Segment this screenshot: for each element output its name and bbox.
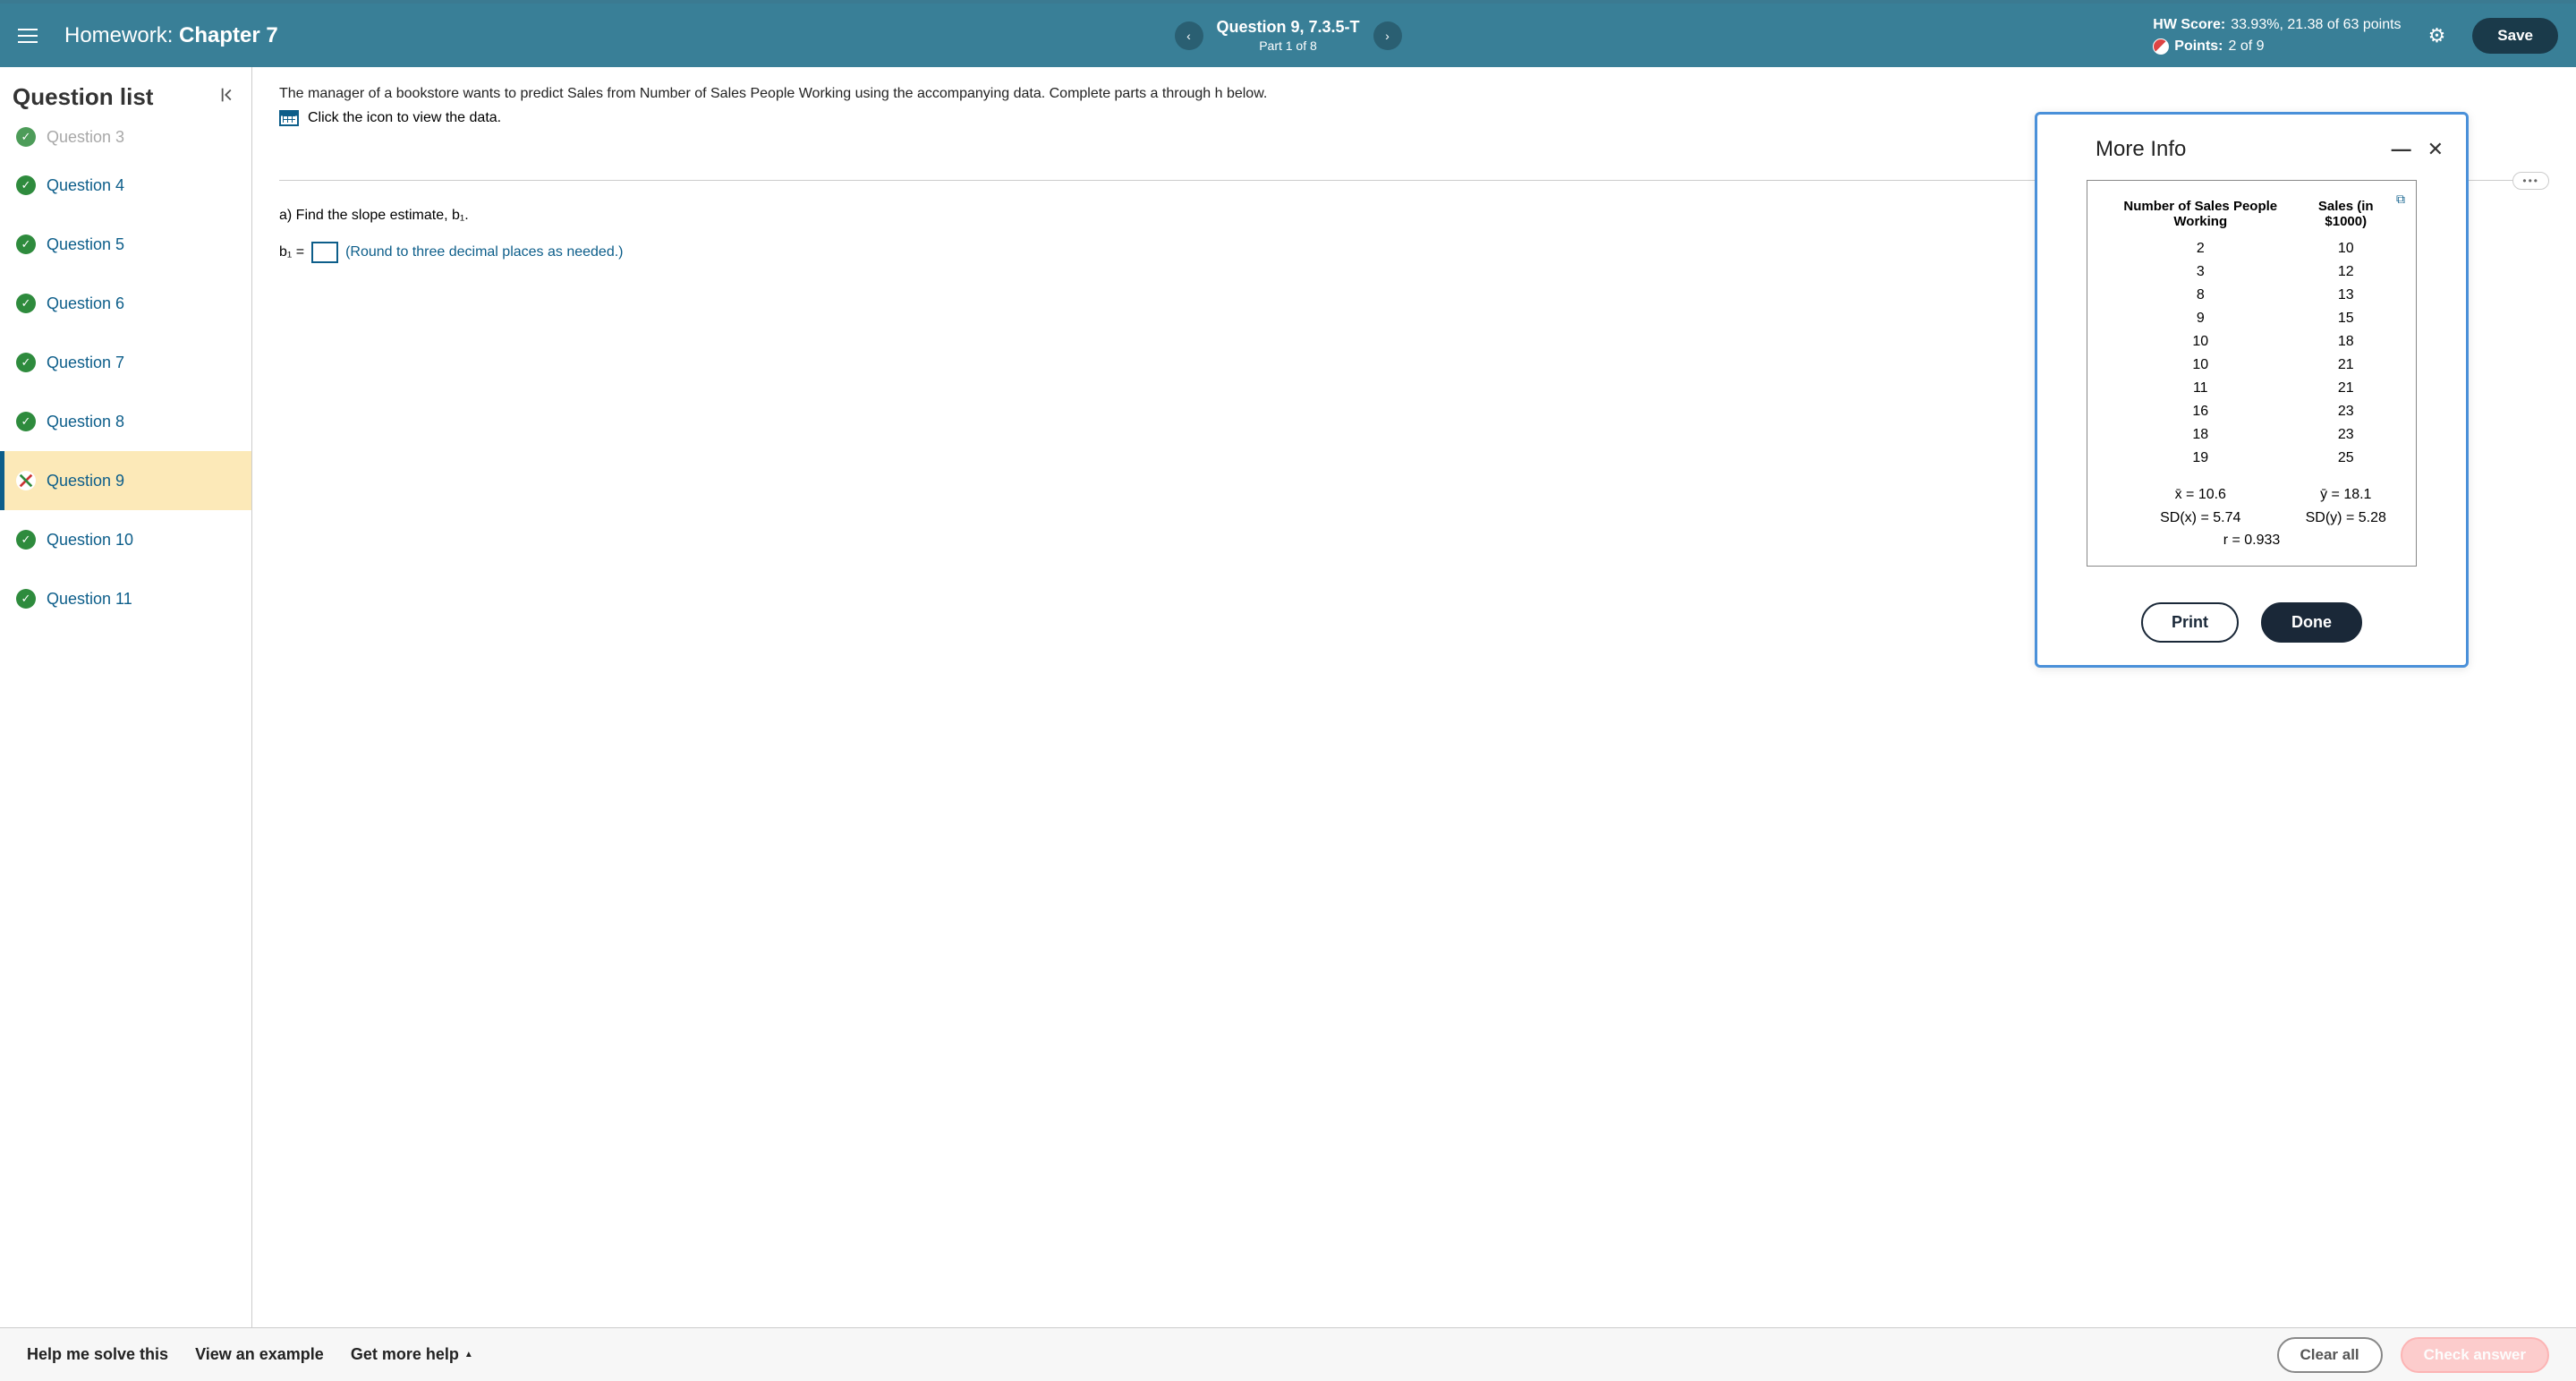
partial-status-icon bbox=[16, 471, 36, 490]
footer-toolbar: Help me solve this View an example Get m… bbox=[0, 1327, 2576, 1381]
caret-up-icon: ▲ bbox=[464, 1350, 473, 1360]
menu-icon[interactable] bbox=[18, 24, 38, 47]
prev-question-button[interactable]: ‹ bbox=[1174, 21, 1203, 50]
question-list-sidebar: Question list ✓ Question 3 ✓ Question 4 ✓ Que… bbox=[0, 67, 252, 1327]
table-row: 1925 bbox=[2107, 448, 2396, 469]
sidebar-item-question-11[interactable]: ✓ Question 11 bbox=[0, 569, 251, 628]
correct-status-icon: ✓ bbox=[16, 234, 36, 254]
sidebar-item-question-7[interactable]: ✓ Question 7 bbox=[0, 333, 251, 392]
table-row: 1623 bbox=[2107, 401, 2396, 422]
correct-status-icon: ✓ bbox=[16, 175, 36, 195]
question-label: Question 6 bbox=[47, 294, 124, 313]
sidebar-item-question-9[interactable]: Question 9 bbox=[0, 451, 251, 510]
b1-label: b₁ = bbox=[279, 244, 304, 260]
col-header-y: Sales (in $1000) bbox=[2296, 195, 2396, 236]
table-row: 1823 bbox=[2107, 424, 2396, 446]
part-label: Part 1 of 8 bbox=[1216, 38, 1359, 53]
question-label: Question 5 bbox=[47, 235, 124, 254]
sidebar-item-question-8[interactable]: ✓ Question 8 bbox=[0, 392, 251, 451]
modal-title: More Info bbox=[2096, 137, 2186, 162]
question-label: Question 7 bbox=[47, 354, 124, 372]
help-me-solve-button[interactable]: Help me solve this bbox=[27, 1345, 168, 1364]
sidebar-title: Question list bbox=[13, 83, 153, 111]
question-label: Question 3 bbox=[47, 128, 124, 147]
check-answer-button[interactable]: Check answer bbox=[2401, 1337, 2549, 1373]
homework-title: Homework: Chapter 7 bbox=[64, 23, 278, 48]
question-number: Question 9, 7.3.5-T bbox=[1216, 18, 1359, 37]
col-header-x: Number of Sales People Working bbox=[2107, 195, 2294, 236]
question-label: Question 10 bbox=[47, 531, 133, 550]
copy-icon[interactable]: ⧉ bbox=[2396, 192, 2405, 207]
table-row: 915 bbox=[2107, 308, 2396, 329]
score-block: HW Score: 33.93%, 21.38 of 63 points Poi… bbox=[2153, 14, 2401, 57]
question-prompt: The manager of a bookstore wants to pred… bbox=[279, 83, 2549, 105]
correct-status-icon: ✓ bbox=[16, 294, 36, 313]
sidebar-item-question-6[interactable]: ✓ Question 6 bbox=[0, 274, 251, 333]
more-options-icon[interactable]: ••• bbox=[2512, 172, 2549, 190]
get-more-help-button[interactable]: Get more help ▲ bbox=[351, 1345, 473, 1364]
table-row: 1021 bbox=[2107, 354, 2396, 376]
correct-status-icon: ✓ bbox=[16, 589, 36, 609]
question-label: Question 4 bbox=[47, 176, 124, 195]
ybar: ȳ = 18.1 bbox=[2296, 471, 2396, 506]
sdy: SD(y) = 5.28 bbox=[2296, 507, 2396, 529]
sidebar-item-question-3[interactable]: ✓ Question 3 bbox=[0, 127, 251, 156]
close-icon[interactable]: ✕ bbox=[2427, 138, 2444, 161]
question-label: Question 8 bbox=[47, 413, 124, 431]
question-label: Question 9 bbox=[47, 472, 124, 490]
data-box: ⧉ Number of Sales People Working Sales (… bbox=[2087, 180, 2417, 567]
more-info-modal: More Info — ✕ ⧉ Number of Sales People W… bbox=[2035, 112, 2469, 668]
question-content: The manager of a bookstore wants to pred… bbox=[252, 67, 2576, 1327]
correct-status-icon: ✓ bbox=[16, 530, 36, 550]
xbar: x̄ = 10.6 bbox=[2107, 471, 2294, 506]
save-button[interactable]: Save bbox=[2472, 18, 2558, 54]
points-icon bbox=[2153, 38, 2169, 55]
table-row: 312 bbox=[2107, 261, 2396, 283]
next-question-button[interactable]: › bbox=[1373, 21, 1402, 50]
table-row: 1018 bbox=[2107, 331, 2396, 353]
question-nav: ‹ Question 9, 7.3.5-T Part 1 of 8 › bbox=[1174, 18, 1401, 53]
minimize-icon[interactable]: — bbox=[2392, 138, 2411, 161]
table-row: 210 bbox=[2107, 238, 2396, 260]
print-button[interactable]: Print bbox=[2141, 602, 2239, 643]
question-label: Question 11 bbox=[47, 590, 132, 609]
correct-status-icon: ✓ bbox=[16, 353, 36, 372]
data-link[interactable]: Click the icon to view the data. bbox=[308, 110, 501, 126]
correct-status-icon: ✓ bbox=[16, 127, 36, 147]
done-button[interactable]: Done bbox=[2261, 602, 2362, 643]
table-row: 1121 bbox=[2107, 378, 2396, 399]
collapse-sidebar-icon[interactable] bbox=[219, 85, 239, 110]
data-table: Number of Sales People Working Sales (in… bbox=[2105, 193, 2398, 553]
sdx: SD(x) = 5.74 bbox=[2107, 507, 2294, 529]
settings-icon[interactable]: ⚙ bbox=[2428, 24, 2446, 47]
rounding-hint: (Round to three decimal places as needed… bbox=[345, 244, 623, 260]
app-header: Homework: Chapter 7 ‹ Question 9, 7.3.5-… bbox=[0, 0, 2576, 67]
table-row: 813 bbox=[2107, 285, 2396, 306]
clear-all-button[interactable]: Clear all bbox=[2277, 1337, 2383, 1373]
sidebar-item-question-5[interactable]: ✓ Question 5 bbox=[0, 215, 251, 274]
sidebar-item-question-10[interactable]: ✓ Question 10 bbox=[0, 510, 251, 569]
r-value: r = 0.933 bbox=[2107, 531, 2396, 551]
sidebar-item-question-4[interactable]: ✓ Question 4 bbox=[0, 156, 251, 215]
correct-status-icon: ✓ bbox=[16, 412, 36, 431]
data-table-icon[interactable] bbox=[279, 110, 299, 126]
view-example-button[interactable]: View an example bbox=[195, 1345, 324, 1364]
b1-input[interactable] bbox=[311, 242, 338, 263]
